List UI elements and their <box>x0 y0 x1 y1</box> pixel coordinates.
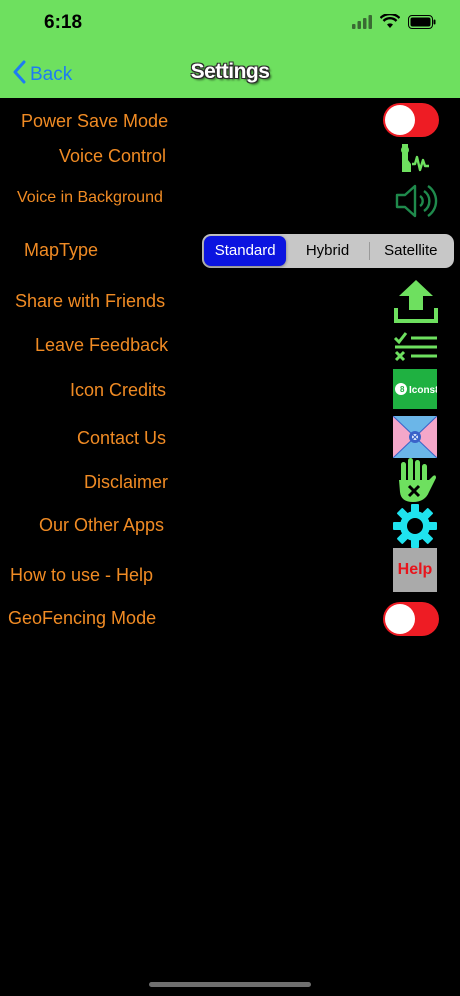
icons8-logo-icon[interactable]: 8 Icons8 <box>393 369 441 414</box>
hand-icon[interactable] <box>395 458 437 509</box>
power-save-label: Power Save Mode <box>21 111 169 131</box>
other-apps-label: Our Other Apps <box>39 515 165 535</box>
navigation-bar: 6:18 Back Settings <box>0 0 460 98</box>
home-indicator[interactable] <box>149 982 311 987</box>
geofencing-label: GeoFencing Mode <box>8 608 157 628</box>
toggle-knob <box>385 604 415 634</box>
disclaimer-label: Disclaimer <box>84 472 169 492</box>
share-label: Share with Friends <box>15 291 166 311</box>
svg-text:8: 8 <box>400 385 405 394</box>
svg-text:Icons8: Icons8 <box>409 385 437 396</box>
gear-icon[interactable] <box>393 504 437 553</box>
feedback-label: Leave Feedback <box>35 335 169 355</box>
map-type-segmented-control: Standard Hybrid Satellite <box>202 234 454 268</box>
help-button[interactable]: Help <box>393 548 437 592</box>
checklist-icon[interactable] <box>393 330 439 367</box>
help-label: How to use - Help <box>10 565 154 585</box>
segment-satellite[interactable]: Satellite <box>370 236 452 266</box>
wifi-icon <box>379 12 401 34</box>
icon-credits-label: Icon Credits <box>70 380 167 400</box>
status-icons <box>352 12 436 34</box>
cellular-signal-icon <box>352 14 372 34</box>
voice-background-label: Voice in Background <box>17 189 163 206</box>
page-title: Settings <box>190 60 270 83</box>
segment-standard[interactable]: Standard <box>204 236 287 266</box>
pattern-icon[interactable] <box>392 415 438 463</box>
voice-waveform-icon[interactable] <box>398 142 432 179</box>
voice-control-label: Voice Control <box>59 146 167 166</box>
toggle-knob <box>385 105 415 135</box>
upload-icon[interactable] <box>393 278 439 329</box>
contact-label: Contact Us <box>77 428 167 448</box>
power-save-toggle[interactable] <box>383 103 439 137</box>
battery-icon <box>408 14 436 34</box>
geofencing-toggle[interactable] <box>383 602 439 636</box>
settings-screen: 6:18 Back Settings Power Save Mode Voice… <box>0 0 460 996</box>
speaker-icon[interactable] <box>394 181 438 226</box>
status-time: 6:18 <box>44 12 83 33</box>
map-type-label: MapType <box>24 240 99 260</box>
segment-hybrid[interactable]: Hybrid <box>286 236 368 266</box>
